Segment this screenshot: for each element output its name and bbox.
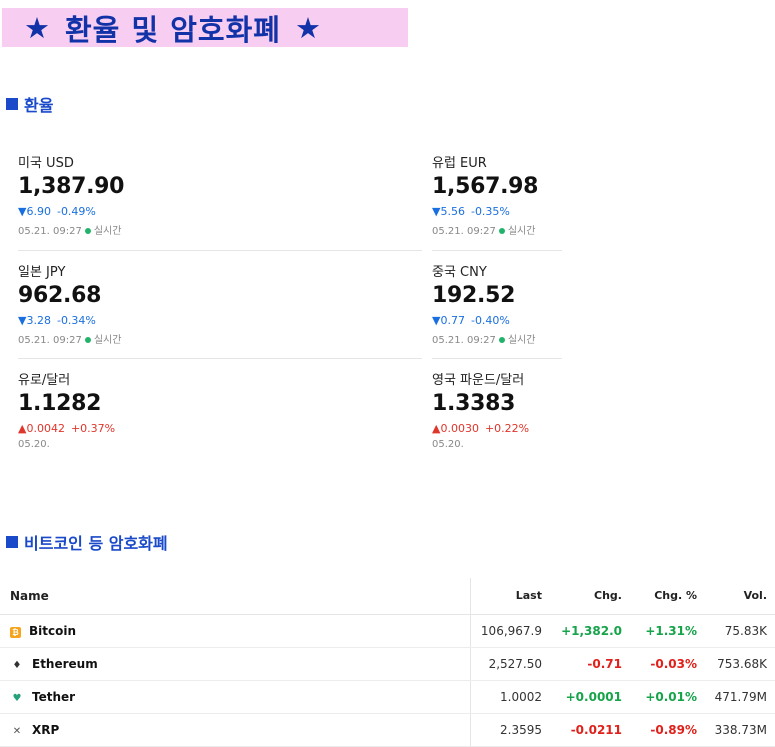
last-cell: 2,527.50 — [469, 647, 550, 681]
col-header-chg-pct[interactable]: Chg. % — [630, 578, 705, 615]
divider — [18, 250, 422, 251]
fx-card-jpy[interactable]: 일본 JPY 962.68 ▼3.28 -0.34% 05.21. 09:27 실시… — [18, 261, 178, 357]
fx-name: 유로/달러 — [18, 373, 71, 388]
crypto-section-label: 비트코인 등 암호화폐 — [24, 534, 168, 553]
fx-timestamp: 05.21. 09:27 실시간 — [432, 226, 536, 237]
fx-change: ▼5.56 -0.35% — [432, 205, 510, 218]
fx-section-title: 환율 — [6, 92, 53, 116]
page-banner: ★ 환율 및 암호화폐 ★ — [2, 8, 408, 47]
fx-change: ▲0.0042 +0.37% — [18, 422, 116, 435]
last-cell: 106,967.9 — [469, 614, 550, 648]
divider — [432, 358, 562, 359]
chg-pct-cell: +1.31% — [630, 614, 705, 648]
coin-name-cell[interactable]: ✕ XRP — [0, 713, 470, 747]
crypto-table: Name Last Chg. Chg. % Vol. ₿ Bitcoin 106,… — [0, 578, 775, 747]
chg-pct-cell: +0.01% — [630, 680, 705, 714]
xrp-icon: ✕ — [12, 725, 22, 737]
fx-value: 1.3383 — [432, 391, 516, 416]
fx-change: ▼0.77 -0.40% — [432, 314, 510, 327]
vol-cell: 338.73M — [705, 713, 775, 747]
tether-icon: ♥ — [12, 692, 22, 704]
chg-cell: -0.0211 — [550, 713, 630, 747]
fx-card-cny[interactable]: 중국 CNY 192.52 ▼0.77 -0.40% 05.21. 09:27 실시… — [432, 261, 592, 357]
live-dot-icon — [84, 227, 91, 234]
col-header-name[interactable]: Name — [0, 578, 470, 615]
fx-value: 1,567.98 — [432, 174, 539, 199]
live-dot-icon — [498, 227, 505, 234]
live-dot-icon — [84, 336, 91, 343]
square-bullet-icon — [6, 98, 18, 110]
vol-cell: 75.83K — [705, 614, 775, 648]
fx-card-usd[interactable]: 미국 USD 1,387.90 ▼6.90 -0.49% 05.21. 09:27… — [18, 152, 178, 248]
vol-cell: 471.79M — [705, 680, 775, 714]
live-dot-icon — [498, 336, 505, 343]
coin-name-cell[interactable]: ♦ Ethereum — [0, 647, 470, 681]
fx-value: 1.1282 — [18, 391, 102, 416]
chg-cell: +1,382.0 — [550, 614, 630, 648]
fx-change: ▼3.28 -0.34% — [18, 314, 96, 327]
fx-name: 일본 JPY — [18, 265, 66, 280]
table-row[interactable]: ♥ Tether 1.0002 +0.0001 +0.01% 471.79M — [0, 680, 775, 714]
coin-name-cell[interactable]: ♥ Tether — [0, 680, 470, 714]
table-row[interactable]: ₿ Bitcoin 106,967.9 +1,382.0 +1.31% 75.83… — [0, 614, 775, 648]
divider — [432, 250, 562, 251]
fx-card-gbpusd[interactable]: 영국 파운드/달러 1.3383 ▲0.0030 +0.22% 05.20. — [432, 369, 592, 465]
chg-pct-cell: -0.89% — [630, 713, 705, 747]
fx-value: 962.68 — [18, 283, 102, 308]
table-row[interactable]: ✕ XRP 2.3595 -0.0211 -0.89% 338.73M — [0, 713, 775, 747]
star-icon-right: ★ — [294, 10, 322, 45]
fx-value: 1,387.90 — [18, 174, 125, 199]
fx-section-label: 환율 — [24, 96, 54, 115]
fx-change: ▲0.0030 +0.22% — [432, 422, 530, 435]
vol-cell: 753.68K — [705, 647, 775, 681]
bitcoin-icon: ₿ — [10, 626, 21, 638]
last-cell: 2.3595 — [469, 713, 550, 747]
table-header-row: Name Last Chg. Chg. % Vol. — [0, 578, 775, 615]
fx-timestamp: 05.21. 09:27 실시간 — [18, 226, 122, 237]
fx-timestamp: 05.21. 09:27 실시간 — [18, 335, 122, 346]
chg-cell: +0.0001 — [550, 680, 630, 714]
fx-card-eur[interactable]: 유럽 EUR 1,567.98 ▼5.56 -0.35% 05.21. 09:27… — [432, 152, 592, 248]
coin-name-cell[interactable]: ₿ Bitcoin — [0, 614, 470, 648]
fx-name: 유럽 EUR — [432, 156, 487, 171]
col-header-vol[interactable]: Vol. — [705, 578, 775, 615]
col-header-last[interactable]: Last — [469, 578, 550, 615]
fx-value: 192.52 — [432, 283, 516, 308]
chg-pct-cell: -0.03% — [630, 647, 705, 681]
fx-card-eurusd[interactable]: 유로/달러 1.1282 ▲0.0042 +0.37% 05.20. — [18, 369, 178, 465]
fx-change: ▼6.90 -0.49% — [18, 205, 96, 218]
divider — [18, 358, 422, 359]
square-bullet-icon — [6, 536, 18, 548]
table-row[interactable]: ♦ Ethereum 2,527.50 -0.71 -0.03% 753.68K — [0, 647, 775, 681]
page-title: 환율 및 암호화폐 — [65, 12, 281, 47]
fx-name: 미국 USD — [18, 156, 74, 171]
fx-name: 중국 CNY — [432, 265, 487, 280]
last-cell: 1.0002 — [469, 680, 550, 714]
fx-name: 영국 파운드/달러 — [432, 373, 525, 388]
fx-timestamp: 05.20. — [432, 439, 464, 450]
col-header-chg[interactable]: Chg. — [550, 578, 630, 615]
chg-cell: -0.71 — [550, 647, 630, 681]
fx-timestamp: 05.20. — [18, 439, 50, 450]
star-icon-left: ★ — [24, 10, 51, 45]
ethereum-icon: ♦ — [12, 659, 22, 671]
crypto-section-title: 비트코인 등 암호화폐 — [6, 530, 168, 554]
fx-timestamp: 05.21. 09:27 실시간 — [432, 335, 536, 346]
